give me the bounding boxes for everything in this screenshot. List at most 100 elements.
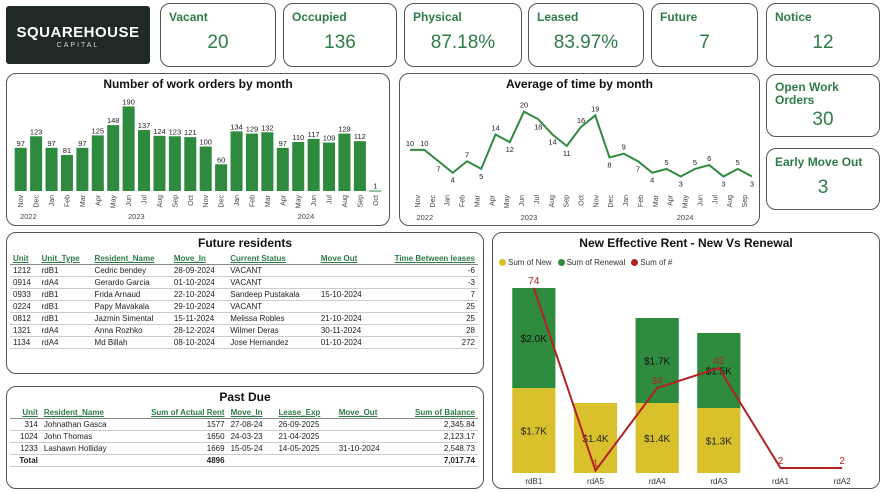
data-label: 2 xyxy=(839,456,845,467)
data-label: 109 xyxy=(323,133,336,142)
column-header[interactable]: Time Between leases xyxy=(374,253,478,265)
kpi-notice[interactable]: Notice 12 xyxy=(766,3,880,67)
year-label: 2023 xyxy=(128,212,145,221)
column-header[interactable]: Current Status xyxy=(227,253,318,265)
data-label: 134 xyxy=(230,122,243,131)
data-label: 60 xyxy=(217,155,225,164)
table-row[interactable]: 1024 John Thomas 1650 24-03-23 21-04-2025 2,1… xyxy=(10,430,478,443)
kpi-future[interactable]: Future 7 xyxy=(651,3,758,67)
data-label: $2.0K xyxy=(521,334,547,345)
table-row[interactable]: 1134 rdA4 Md Billah 08-10-2024 Jose Hernande… xyxy=(10,336,478,349)
bar[interactable] xyxy=(261,132,274,191)
kpi-leased[interactable]: Leased 83.97% xyxy=(528,3,644,67)
average-time-chart-panel[interactable]: Average of time by month 10 10 7 4 7 5 14 12 20 1… xyxy=(399,73,760,226)
table-cell: rdA4 xyxy=(38,336,92,349)
bar[interactable] xyxy=(323,142,336,191)
table-cell xyxy=(275,454,336,467)
bar[interactable] xyxy=(60,154,73,191)
column-header[interactable]: Sum of Actual Rent xyxy=(127,407,228,419)
table-cell: rdB1 xyxy=(38,300,92,313)
column-header[interactable]: Unit_Type xyxy=(38,253,92,265)
future-residents-table: Unit Unit_Type Resident_Name Move_In Current… xyxy=(10,253,478,349)
tick-label: Feb xyxy=(638,195,645,207)
bar[interactable] xyxy=(276,147,289,191)
data-label: 2 xyxy=(778,456,784,467)
bar[interactable] xyxy=(138,130,151,191)
bar[interactable] xyxy=(184,137,197,191)
bar[interactable] xyxy=(45,147,58,191)
bar[interactable] xyxy=(107,125,120,191)
bar[interactable] xyxy=(91,135,104,191)
kpi-label: Physical xyxy=(413,10,462,24)
total-row[interactable]: Total 4896 7,017.74 xyxy=(10,454,478,467)
data-label: 123 xyxy=(30,127,43,136)
table-cell: 272 xyxy=(374,336,478,349)
data-label: 97 xyxy=(78,139,86,148)
table-cell: 21-10-2024 xyxy=(317,312,375,325)
column-header[interactable]: Lease_Exp xyxy=(275,407,336,419)
bar[interactable] xyxy=(338,133,351,191)
kpi-physical[interactable]: Physical 87.18% xyxy=(404,3,522,67)
column-header[interactable]: Unit xyxy=(10,253,39,265)
work-orders-chart-panel[interactable]: Number of work orders by month 97 Nov 123 D… xyxy=(6,73,390,226)
kpi-open-work-orders[interactable]: Open Work Orders 30 xyxy=(766,74,880,137)
column-header[interactable]: Move_In xyxy=(227,407,276,419)
bar[interactable] xyxy=(168,136,181,191)
data-label: 129 xyxy=(246,125,259,134)
table-cell xyxy=(227,454,276,467)
tick-label: Sep xyxy=(564,195,571,208)
bar[interactable] xyxy=(230,131,243,191)
table-row[interactable]: 0933 rdB1 Frida Arnaud 22-10-2024 Sandeep Pu… xyxy=(10,288,478,301)
table-cell: 0812 xyxy=(10,312,39,325)
bar[interactable] xyxy=(307,138,320,191)
bar[interactable] xyxy=(245,133,258,191)
tick-label: rdA4 xyxy=(649,477,666,486)
kpi-early-move-out[interactable]: Early Move Out 3 xyxy=(766,148,880,210)
bar[interactable] xyxy=(215,164,228,191)
table-cell xyxy=(335,430,395,443)
bar[interactable] xyxy=(30,136,43,191)
kpi-occupied[interactable]: Occupied 136 xyxy=(283,3,397,67)
bar[interactable] xyxy=(199,146,212,192)
column-header[interactable]: Sum of Balance xyxy=(394,407,478,419)
table-row[interactable]: 314 Johnathan Gasca 1577 27-08-24 26-09-2025… xyxy=(10,418,478,431)
table-cell: Wilmer Deras xyxy=(227,324,318,337)
table-cell xyxy=(335,454,395,467)
table-cell: rdB1 xyxy=(38,312,92,325)
tick-label: Mar xyxy=(265,194,272,207)
bar[interactable] xyxy=(153,135,166,191)
table-cell: Md Billah xyxy=(91,336,171,349)
table-row[interactable]: 0914 rdA4 Gerardo Garcia 01-10-2024 VACANT -3 xyxy=(10,276,478,289)
effective-rent-chart-panel[interactable]: New Effective Rent - New Vs Renewal Sum … xyxy=(492,232,880,489)
bar[interactable] xyxy=(369,190,382,192)
table-title: Past Due xyxy=(219,390,271,404)
tick-label: May xyxy=(504,195,511,209)
table-cell: 28 xyxy=(374,324,478,337)
table-row[interactable]: 1321 rdA4 Anna Rozhko 28-12-2024 Wilmer Dera… xyxy=(10,324,478,337)
year-label: 2024 xyxy=(677,213,694,222)
kpi-value: 87.18% xyxy=(430,32,496,53)
column-header[interactable]: Move Out xyxy=(317,253,375,265)
tick-label: Feb xyxy=(249,195,256,207)
data-label: 10 xyxy=(420,139,428,148)
bar[interactable] xyxy=(353,141,366,191)
tick-label: Mar xyxy=(80,194,87,207)
bar[interactable] xyxy=(292,142,305,191)
future-residents-panel[interactable]: Future residents Unit Unit_Type Resident_N… xyxy=(6,232,484,374)
tick-label: Apr xyxy=(280,194,287,206)
table-row[interactable]: 1212 rdB1 Cedric bendey 28-09-2024 VACANT -6 xyxy=(10,264,478,277)
column-header[interactable]: Move_In xyxy=(170,253,228,265)
column-header[interactable]: Resident_Name xyxy=(40,407,128,419)
bar[interactable] xyxy=(14,147,27,191)
data-label: 42 xyxy=(713,356,725,367)
past-due-panel[interactable]: Past Due Unit Resident_Name Sum of Actual … xyxy=(6,386,484,489)
column-header[interactable]: Move_Out xyxy=(335,407,395,419)
column-header[interactable]: Resident_Name xyxy=(91,253,171,265)
kpi-vacant[interactable]: Vacant 20 xyxy=(160,3,276,67)
column-header[interactable]: Unit xyxy=(10,407,41,419)
table-row[interactable]: 0224 rdB1 Papy Mavakala 29-10-2024 VACANT 25 xyxy=(10,300,478,313)
bar[interactable] xyxy=(122,106,135,191)
bar[interactable] xyxy=(76,147,89,191)
table-row[interactable]: 1233 Lashawn Holliday 1669 15-05-24 14-05-20… xyxy=(10,442,478,455)
table-row[interactable]: 0812 rdB1 Jazmin Simental 15-11-2024 Melissa… xyxy=(10,312,478,325)
